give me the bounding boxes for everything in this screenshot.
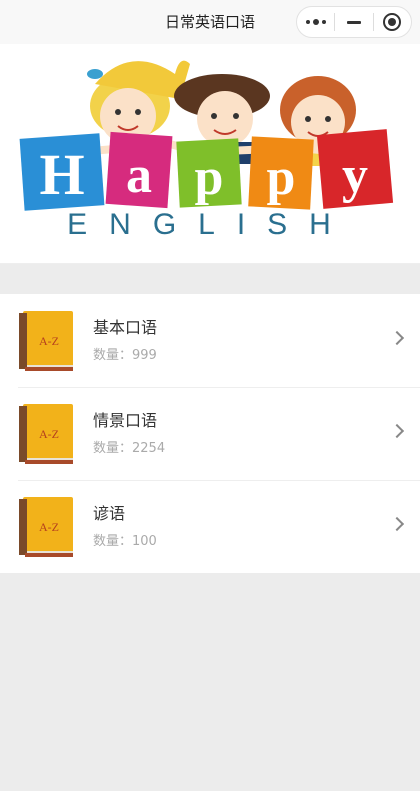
category-title: 情景口语 [93, 411, 158, 430]
category-item[interactable]: A-Z 情景口语 数量：2254 [0, 387, 420, 480]
category-list: A-Z 基本口语 数量：999 A-Z 情景口语 数量：2254 A-Z 谚语 … [0, 294, 420, 573]
chevron-right-icon [389, 423, 405, 439]
book-az-icon: A-Z [19, 497, 73, 557]
category-count: 数量：999 [93, 348, 157, 363]
book-az-icon: A-Z [19, 311, 73, 371]
category-item[interactable]: A-Z 谚语 数量：100 [0, 480, 420, 573]
more-dots-icon [305, 19, 326, 25]
svg-text:A-Z: A-Z [39, 427, 59, 441]
svg-text:p: p [267, 149, 296, 206]
banner-illustration: H a p p y ENGLISH [19, 60, 394, 241]
navigation-bar: 日常英语口语 [0, 0, 420, 44]
minimize-icon [346, 20, 361, 24]
more-button[interactable] [297, 7, 334, 37]
close-target-icon [383, 13, 402, 31]
close-button[interactable] [374, 7, 411, 37]
category-title: 基本口语 [93, 318, 158, 337]
banner-subtitle: ENGLISH [67, 208, 353, 241]
category-item[interactable]: A-Z 基本口语 数量：999 [0, 294, 420, 387]
svg-text:p: p [195, 149, 224, 206]
svg-text:A-Z: A-Z [39, 334, 59, 348]
category-title: 谚语 [93, 504, 126, 523]
happy-letters: H a p p y [19, 129, 394, 211]
chevron-right-icon [389, 516, 405, 532]
category-count: 数量：100 [93, 534, 157, 549]
chevron-right-icon [389, 330, 405, 346]
svg-text:H: H [39, 142, 84, 207]
svg-text:a: a [126, 147, 152, 204]
happy-english-banner: H a p p y ENGLISH [0, 44, 420, 264]
book-az-icon: A-Z [19, 404, 73, 464]
svg-text:A-Z: A-Z [39, 520, 59, 534]
category-count: 数量：2254 [93, 441, 166, 456]
minimize-button[interactable] [335, 7, 372, 37]
mini-program-capsule [296, 6, 412, 38]
svg-text:y: y [342, 147, 368, 204]
